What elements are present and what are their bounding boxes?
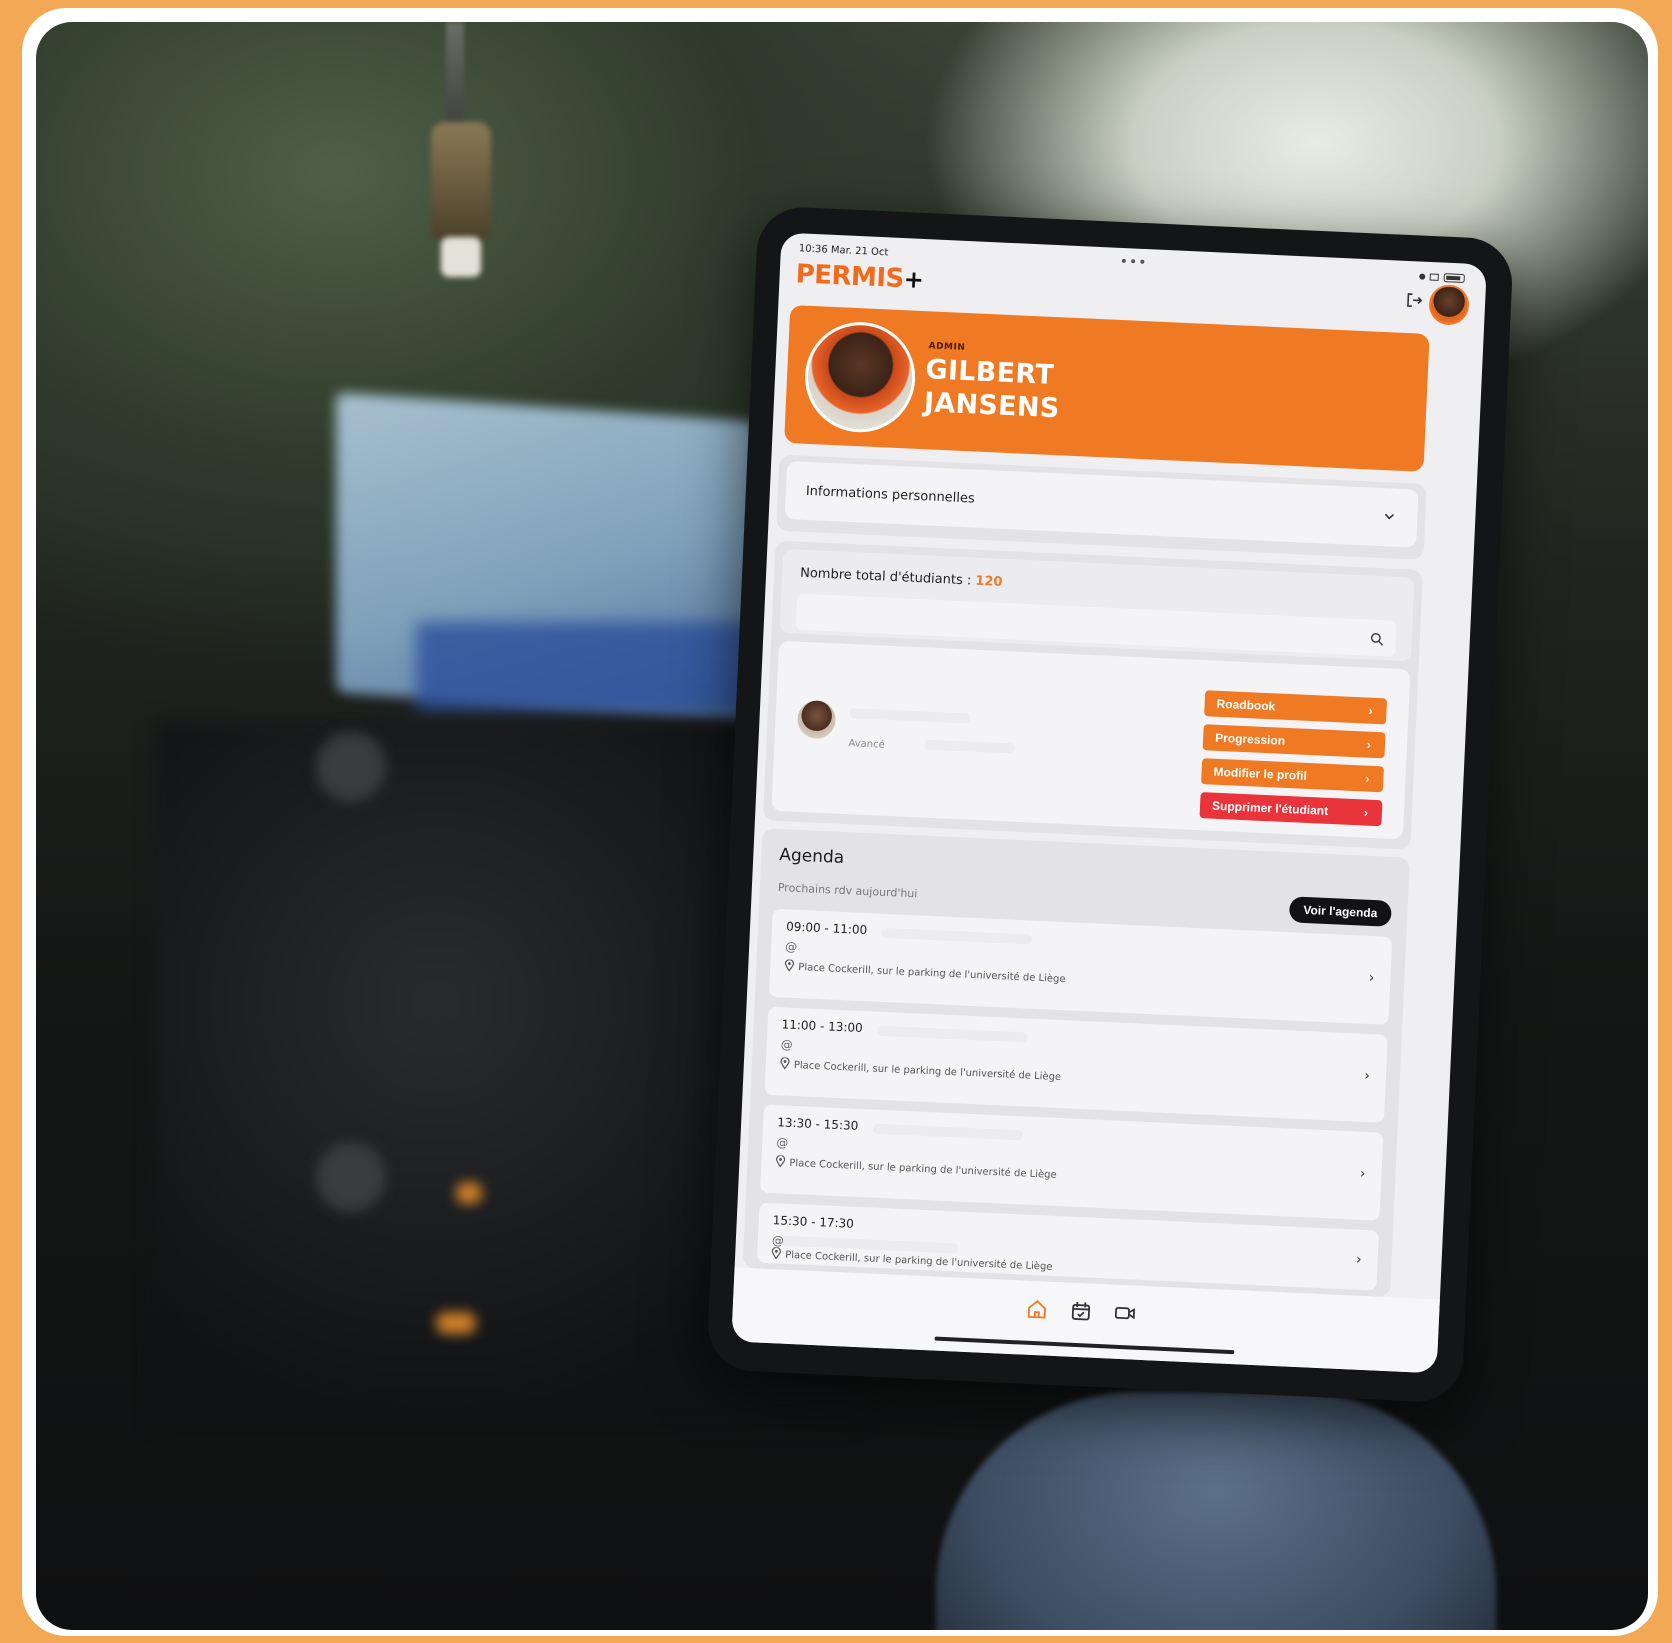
profile-role: ADMIN — [928, 341, 966, 353]
slot-email-prefix: @ — [771, 1233, 785, 1248]
accordion-label: Informations personnelles — [805, 483, 976, 507]
agenda-title: Agenda — [778, 845, 845, 868]
slot-location-text: Place Cockerill, sur le parking de l'uni… — [798, 962, 1066, 986]
slot-location: Place Cockerill, sur le parking de l'uni… — [780, 1056, 1062, 1084]
appointment-slot[interactable]: 09:00 - 11:00 @ Place Cockerill, sur le … — [768, 908, 1393, 1025]
video-camera-icon[interactable] — [1112, 1301, 1137, 1326]
mirror-pendant-tip — [441, 237, 481, 277]
logo-plus: + — [903, 265, 924, 294]
slot-location-text: Place Cockerill, sur le parking de l'uni… — [789, 1157, 1057, 1181]
students-panel: Nombre total d'étudiants : 120 Avancé Ro… — [762, 540, 1423, 850]
slot-email-prefix: @ — [776, 1135, 789, 1150]
chevron-right-icon: › — [1368, 703, 1373, 718]
tablet-device: 10:36 Mar. 21 Oct ••• PERMIS+ ADMIN GILB… — [705, 205, 1515, 1404]
appointment-slot[interactable]: 11:00 - 13:00 @ Place Cockerill, sur le … — [764, 1006, 1388, 1123]
slot-student-redacted — [872, 1123, 1024, 1141]
count-label-text: Nombre total d'étudiants : — [799, 565, 972, 589]
driver-leg — [936, 1392, 1496, 1630]
profile-header: ADMIN GILBERT JANSENS — [784, 304, 1430, 472]
roadbook-label: Roadbook — [1216, 696, 1276, 714]
agenda-panel: Agenda Prochains rdv aujourd'hui Voir l'… — [742, 828, 1410, 1298]
app-logo[interactable]: PERMIS+ — [795, 259, 924, 295]
location-pin-icon — [784, 959, 795, 972]
location-pin-icon — [780, 1056, 790, 1070]
chevron-right-icon: › — [1355, 1251, 1362, 1268]
chevron-right-icon: › — [1366, 737, 1372, 752]
location-pin-icon — [771, 1246, 781, 1260]
chevron-down-icon — [1384, 513, 1394, 520]
student-row: Avancé Roadbook › Progression › Modifier l… — [771, 640, 1411, 840]
chevron-right-icon: › — [1359, 1165, 1366, 1182]
search-icon[interactable] — [1369, 632, 1384, 647]
student-info-redacted — [924, 739, 1015, 754]
roadbook-button[interactable]: Roadbook › — [1204, 690, 1388, 725]
slot-location: Place Cockerill, sur le parking de l'uni… — [784, 959, 1066, 985]
profile-last-name: JANSENS — [923, 387, 1061, 425]
slot-location: Place Cockerill, sur le parking de l'uni… — [775, 1154, 1057, 1181]
delete-student-button[interactable]: Supprimer l'étudiant › — [1199, 792, 1383, 827]
chevron-right-icon: › — [1363, 1067, 1371, 1085]
logout-icon[interactable] — [1405, 291, 1424, 310]
slot-time: 09:00 - 11:00 — [785, 919, 868, 938]
status-time: 10:36 Mar. 21 Oct — [798, 243, 889, 259]
battery-icon — [1419, 273, 1465, 283]
delete-student-label: Supprimer l'étudiant — [1211, 798, 1329, 818]
location-pin-icon — [775, 1154, 786, 1168]
slot-location-text: Place Cockerill, sur le parking de l'uni… — [793, 1059, 1062, 1084]
user-avatar[interactable] — [1428, 283, 1470, 326]
chevron-right-icon: › — [1365, 771, 1370, 786]
status-icons — [1418, 271, 1469, 286]
logo-text: PERMIS — [795, 259, 905, 295]
slot-email-prefix: @ — [784, 939, 798, 954]
dashboard-light — [436, 1312, 476, 1334]
tablet-screen: 10:36 Mar. 21 Oct ••• PERMIS+ ADMIN GILB… — [731, 232, 1487, 1374]
progression-button[interactable]: Progression › — [1202, 724, 1386, 759]
car-knob — [316, 1142, 386, 1212]
student-name-redacted — [849, 708, 970, 724]
slot-time: 13:30 - 15:30 — [776, 1115, 859, 1133]
home-icon[interactable] — [1024, 1297, 1049, 1322]
students-count-label: Nombre total d'étudiants : 120 — [800, 566, 1003, 590]
chevron-right-icon: › — [1368, 969, 1375, 987]
progression-label: Progression — [1214, 730, 1286, 748]
agenda-subtitle: Prochains rdv aujourd'hui — [777, 881, 918, 901]
car-knob — [316, 732, 386, 802]
count-value: 120 — [975, 573, 1003, 590]
edit-profile-button[interactable]: Modifier le profil › — [1201, 758, 1385, 793]
chevron-right-icon: › — [1363, 805, 1369, 820]
student-level: Avancé — [848, 738, 886, 751]
view-agenda-button[interactable]: Voir l'agenda — [1288, 896, 1392, 927]
dashboard-light — [456, 1182, 482, 1204]
edit-profile-label: Modifier le profil — [1213, 764, 1308, 783]
slot-time: 11:00 - 13:00 — [781, 1017, 864, 1036]
student-avatar — [796, 699, 837, 740]
profile-name: GILBERT JANSENS — [923, 353, 1061, 425]
mirror-pendant — [431, 122, 491, 242]
car-screen-toolbar — [416, 622, 756, 712]
home-indicator[interactable] — [934, 1336, 1235, 1355]
slot-location-text: Place Cockerill, sur le parking de l'uni… — [784, 1249, 1053, 1273]
appointment-slot[interactable]: 13:30 - 15:30 @ Place Cockerill, sur le … — [760, 1104, 1384, 1221]
multitask-dots[interactable]: ••• — [1119, 254, 1147, 271]
profile-avatar — [802, 319, 918, 435]
slot-time: 15:30 - 17:30 — [772, 1213, 855, 1231]
personal-info-accordion[interactable]: Informations personnelles — [784, 461, 1419, 548]
slot-student-redacted — [877, 1025, 1028, 1043]
slot-email-prefix: @ — [780, 1037, 794, 1052]
calendar-check-icon[interactable] — [1068, 1299, 1093, 1324]
slot-student-redacted — [881, 927, 1033, 945]
